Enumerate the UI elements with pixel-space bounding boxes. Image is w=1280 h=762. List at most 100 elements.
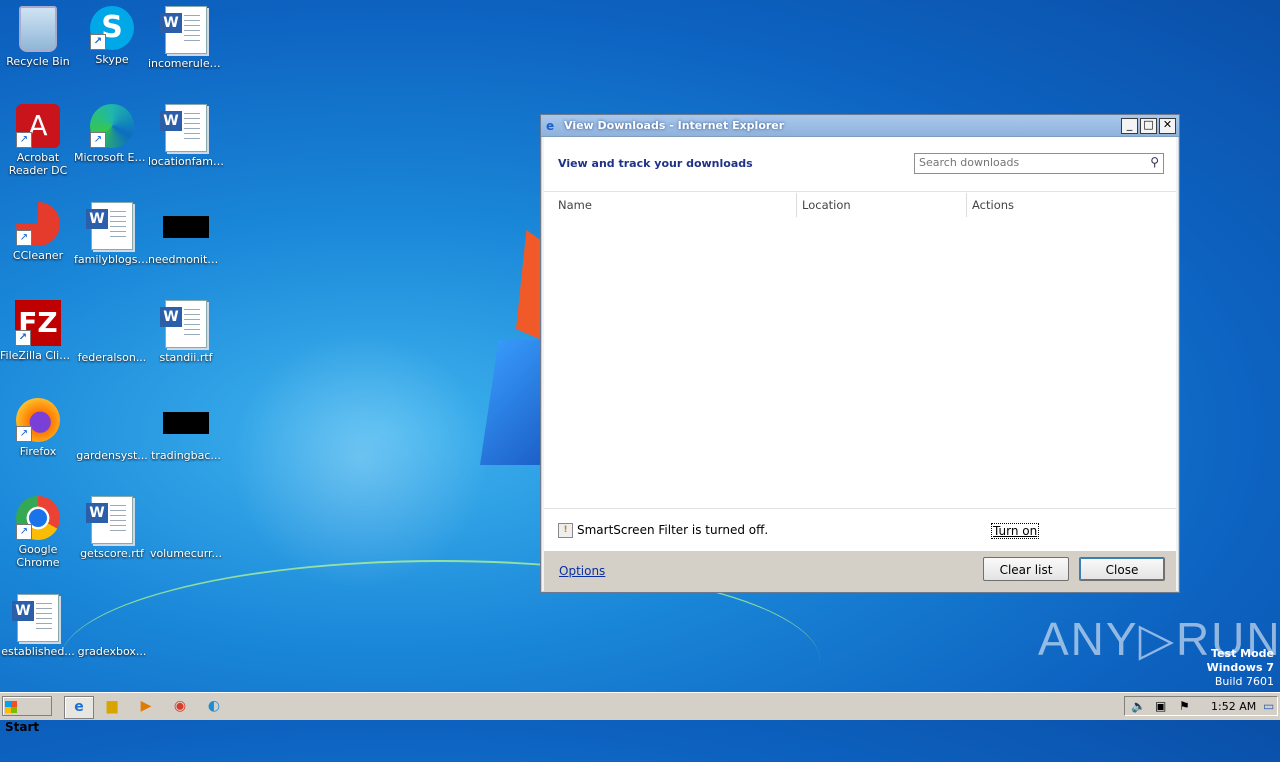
wallpaper-logo-red — [516, 230, 542, 340]
word-document-icon: W — [160, 6, 207, 54]
file-icon — [88, 594, 136, 642]
desktop-icon-label: federalson... — [77, 351, 147, 364]
desktop-icon-gradexbox[interactable]: gradexbox... — [74, 594, 150, 658]
windows-logo-icon — [5, 701, 17, 713]
word-document-icon: W — [86, 496, 133, 544]
desktop-icon-needmonito[interactable]: needmonito... — [148, 202, 224, 266]
header-divider — [544, 191, 1176, 192]
search-downloads-input[interactable] — [915, 154, 1139, 171]
test-mode-label: Test Mode — [1211, 647, 1274, 660]
filezilla-icon: FZ ↗ — [15, 300, 61, 346]
column-header-actions[interactable]: Actions — [967, 193, 1176, 217]
clear-list-button[interactable]: Clear list — [983, 557, 1069, 581]
taskbar-edge-icon[interactable]: ◐ — [200, 696, 228, 717]
file-thumbnail-icon — [163, 412, 209, 434]
network-icon[interactable]: ▣ — [1155, 699, 1166, 713]
desktop-icon-chrome[interactable]: ↗ Google Chrome — [0, 496, 76, 569]
desktop-icon-label: getscore.rtf — [80, 547, 144, 560]
smartscreen-notice: ! SmartScreen Filter is turned off. Turn… — [544, 508, 1176, 551]
window-titlebar[interactable]: e View Downloads - Internet Explorer _ □… — [541, 115, 1179, 137]
start-button[interactable]: Start — [2, 696, 52, 734]
desktop-icon-firefox[interactable]: ↗ Firefox — [0, 398, 76, 458]
desktop-icon-tradingbac[interactable]: tradingbac... — [148, 398, 224, 462]
desktop-icon-established[interactable]: W established... — [0, 594, 76, 658]
desktop-icon-label: locationfami... — [148, 155, 224, 168]
start-label: Start — [5, 720, 40, 734]
minimize-button[interactable]: _ — [1121, 117, 1138, 134]
taskbar-chrome-icon[interactable]: ◉ — [166, 696, 194, 717]
downloads-panel: View and track your downloads ⚲ Name Loc… — [544, 137, 1176, 551]
options-link[interactable]: Options — [559, 564, 605, 578]
desktop-icon-label: Acrobat Reader DC — [8, 151, 68, 177]
desktop-icon-label: gardensyst... — [76, 449, 148, 462]
maximize-button[interactable]: □ — [1140, 117, 1157, 134]
close-window-button[interactable]: ✕ — [1159, 117, 1176, 134]
wallpaper-glow — [230, 330, 490, 590]
desktop-icon-familyblogs[interactable]: W familyblogs.rtf — [74, 202, 150, 266]
internet-explorer-icon: e — [546, 118, 555, 133]
taskbar-media-player-icon[interactable]: ▶ — [132, 696, 160, 717]
desktop-icon-label: familyblogs.rtf — [74, 253, 150, 266]
file-icon — [162, 496, 210, 544]
desktop-icon-label: Recycle Bin — [6, 55, 70, 68]
desktop-icon-getscore[interactable]: W getscore.rtf — [74, 496, 150, 560]
window-title: View Downloads - Internet Explorer — [564, 119, 785, 132]
windows-version-label: Windows 7 — [1206, 661, 1274, 674]
desktop-icon-label: Skype — [95, 53, 129, 66]
file-icon — [88, 398, 136, 446]
system-tray: 🔈 ▣ ⚑ 1:52 AM ▭ — [1124, 696, 1278, 716]
desktop-icon-label: tradingbac... — [151, 449, 221, 462]
desktop-icon-label: Google Chrome — [16, 543, 60, 569]
desktop-icon-locationfami[interactable]: W locationfami... — [148, 104, 224, 168]
wallpaper-logo-blue — [480, 340, 542, 465]
desktop-icon-skype[interactable]: S ↗ Skype — [74, 6, 150, 66]
show-desktop-icon[interactable]: ▭ — [1263, 699, 1274, 713]
desktop-icon-label: Microsoft Edge — [74, 151, 150, 164]
downloads-column-headers: Name Location Actions — [544, 193, 1176, 217]
desktop-icon-acrobat[interactable]: A ↗ Acrobat Reader DC — [0, 104, 76, 177]
taskbar-internet-explorer-icon[interactable]: e — [64, 696, 94, 719]
word-document-icon: W — [12, 594, 59, 642]
skype-icon: S ↗ — [90, 6, 134, 50]
warning-shield-icon: ! — [558, 523, 573, 538]
taskbar: Start e ▆ ▶ ◉ ◐ 🔈 ▣ ⚑ 1:52 AM ▭ — [0, 692, 1280, 734]
turn-on-link[interactable]: Turn on — [991, 523, 1040, 539]
chrome-icon: ↗ — [16, 496, 60, 540]
search-box[interactable]: ⚲ — [914, 153, 1164, 174]
ccleaner-icon: ↗ — [16, 202, 60, 246]
desktop-icon-federalson[interactable]: federalson... — [74, 300, 150, 364]
action-center-flag-icon[interactable]: ⚑ — [1179, 699, 1190, 713]
desktop-icon-recycle-bin[interactable]: Recycle Bin — [0, 6, 76, 68]
desktop-icon-gardensyst[interactable]: gardensyst... — [74, 398, 150, 462]
desktop-icon-filezilla[interactable]: FZ ↗ FileZilla Client — [0, 300, 76, 362]
downloads-list[interactable] — [544, 218, 1176, 509]
column-header-location[interactable]: Location — [797, 193, 967, 217]
recycle-bin-icon — [19, 6, 57, 52]
desktop-icon-ccleaner[interactable]: ↗ CCleaner — [0, 202, 76, 262]
word-document-icon: W — [160, 300, 207, 348]
desktop-icon-label: CCleaner — [12, 249, 64, 262]
edge-icon: ↗ — [90, 104, 134, 148]
desktop-icon-volumecurr[interactable]: volumecurr... — [148, 496, 224, 560]
desktop-icon-label: FileZilla Client — [0, 349, 76, 362]
desktop-icon-label: volumecurr... — [149, 547, 223, 560]
file-thumbnail-icon — [163, 216, 209, 238]
taskbar-file-explorer-icon[interactable]: ▆ — [98, 696, 126, 717]
dialog-footer: Options Clear list Close — [544, 551, 1176, 591]
taskbar-clock[interactable]: 1:52 AM — [1211, 700, 1256, 713]
os-build-info: Test Mode Windows 7 Build 7601 — [1207, 647, 1274, 689]
close-button[interactable]: Close — [1079, 557, 1165, 581]
acrobat-icon: A ↗ — [16, 104, 60, 148]
downloads-heading: View and track your downloads — [558, 157, 753, 170]
volume-icon[interactable]: 🔈 — [1131, 699, 1146, 713]
desktop-icon-label: standii.rtf — [159, 351, 213, 364]
desktop-icon-label: established... — [1, 645, 75, 658]
desktop-icon-edge[interactable]: ↗ Microsoft Edge — [74, 104, 150, 164]
file-icon — [88, 300, 136, 348]
desktop-icon-standii[interactable]: W standii.rtf — [148, 300, 224, 364]
desktop-icon-incomerules[interactable]: W incomerules... — [148, 6, 224, 70]
column-header-name[interactable]: Name — [544, 193, 797, 217]
search-icon[interactable]: ⚲ — [1150, 155, 1159, 169]
desktop-icon-label: incomerules... — [148, 57, 224, 70]
firefox-icon: ↗ — [16, 398, 60, 442]
